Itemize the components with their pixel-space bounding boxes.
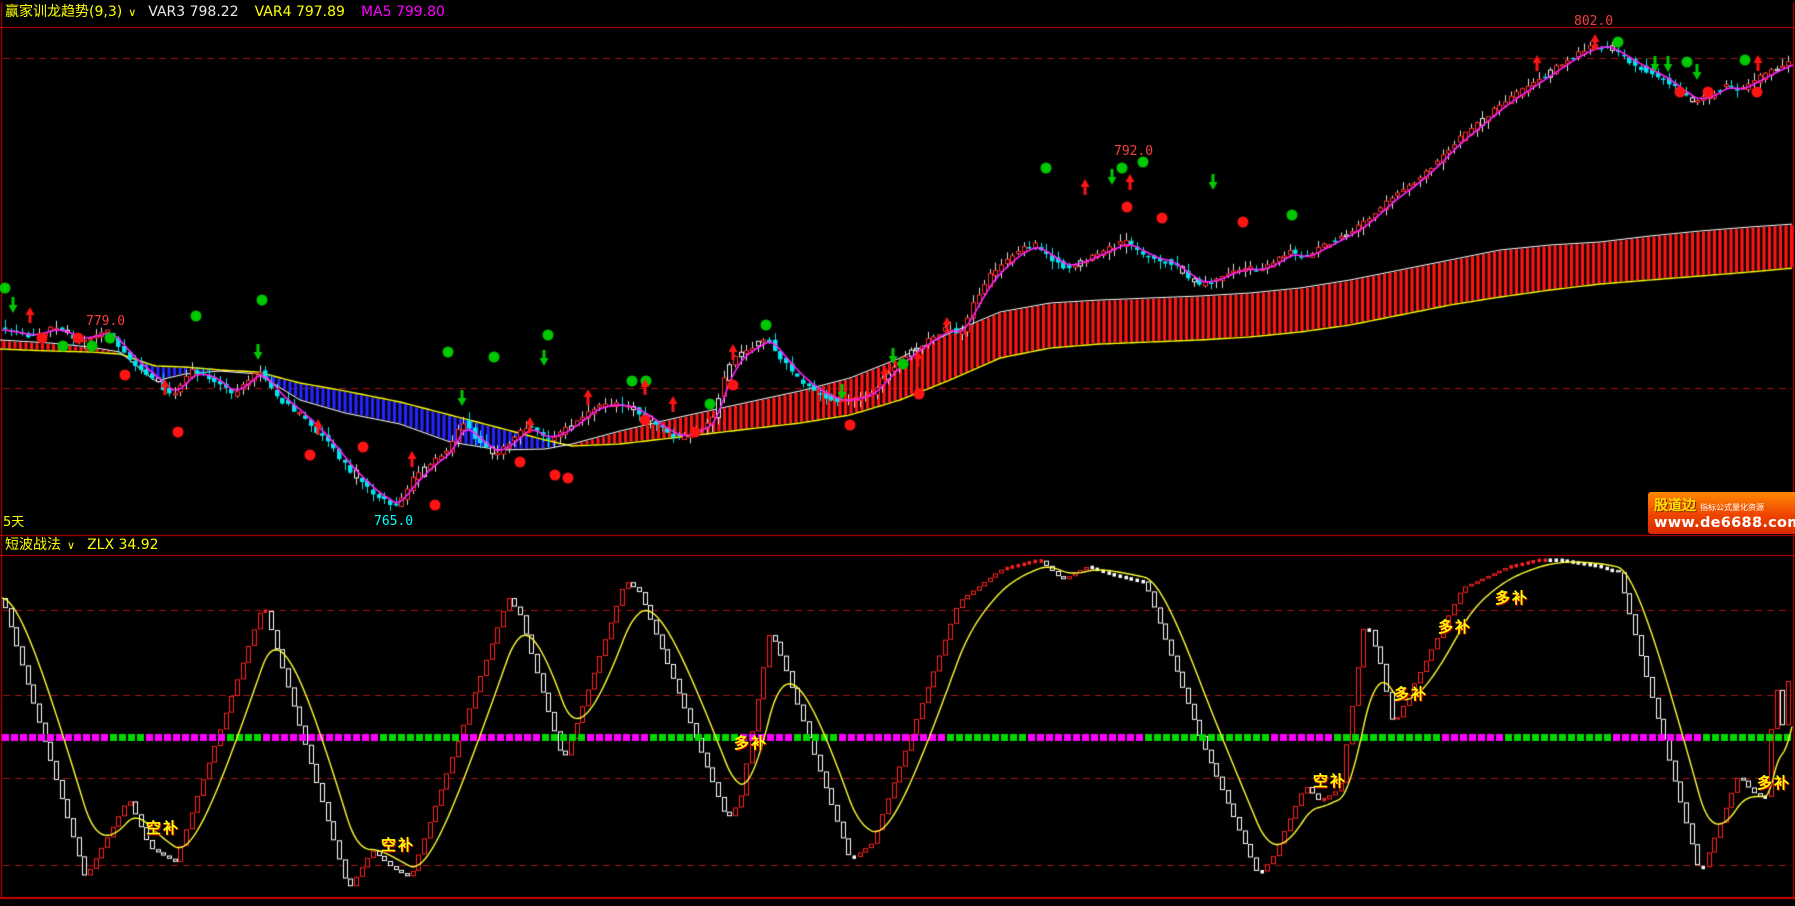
var4-readout: VAR4 797.89 [255, 4, 345, 21]
chevron-down-icon[interactable]: ∨ [128, 4, 136, 21]
main-indicator-name[interactable]: 赢家训龙趋势(9,3) [5, 4, 122, 21]
chevron-down-icon[interactable]: ∨ [67, 537, 75, 554]
sub-indicator-header: 短波战法 ∨ ZLX 34.92 [5, 537, 159, 554]
stock-app-window: 赢家训龙趋势(9,3) ∨ VAR3 798.22 VAR4 797.89 MA5 79… [0, 0, 1795, 906]
ma5-readout: MA5 799.80 [361, 4, 445, 21]
zlx-readout: ZLX 34.92 [87, 537, 159, 554]
period-label: 5天 [3, 511, 24, 530]
watermark-brand: 股道边 [1654, 495, 1696, 515]
sub-indicator-name[interactable]: 短波战法 [5, 537, 61, 554]
var3-readout: VAR3 798.22 [148, 4, 238, 21]
main-indicator-header: 赢家训龙趋势(9,3) ∨ VAR3 798.22 VAR4 797.89 MA5 79… [5, 4, 445, 21]
watermark-tagline: 指标公式量化资源 [1700, 502, 1764, 513]
watermark-url[interactable]: www.de6688.com [1654, 515, 1791, 531]
charts-canvas[interactable] [0, 0, 1795, 906]
watermark-badge[interactable]: 股道边 指标公式量化资源 www.de6688.com [1648, 492, 1795, 534]
